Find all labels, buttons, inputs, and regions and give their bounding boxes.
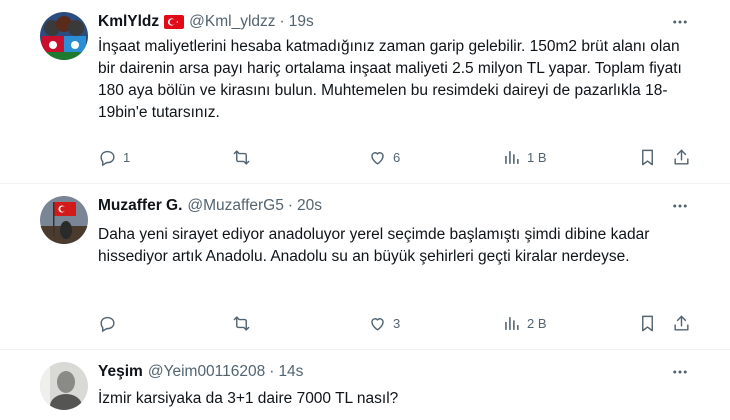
like-icon [371, 151, 384, 165]
separator-dot: · [287, 197, 294, 214]
separator-dot: · [279, 13, 285, 30]
bookmark-icon [642, 149, 653, 165]
share-button[interactable] [672, 314, 691, 333]
tweet-3[interactable]: Yeşim @Yeim00116208 · 14s İzmir karsiyak… [0, 350, 730, 420]
more-icon[interactable] [670, 196, 690, 216]
tweet-header: Muzaffer G. @MuzafferG5 · 20s [98, 196, 690, 216]
separator-dot: · [269, 363, 275, 380]
views-icon [505, 316, 519, 330]
views-button[interactable]: 2 B [502, 314, 547, 333]
avatar[interactable] [40, 362, 88, 410]
tweet-actions: 3 2 B [98, 312, 690, 334]
display-name[interactable]: Yeşim [98, 363, 143, 381]
share-icon [674, 315, 689, 331]
tweet-text: İnşaat maliyetlerini hesaba katmadığınız… [98, 38, 682, 121]
like-count: 3 [393, 315, 401, 331]
tweet-header: KmlYldz @Kml_yldzz · 19s [98, 12, 690, 32]
display-name[interactable]: KmlYldz [98, 13, 159, 31]
share-icon [674, 149, 689, 165]
timestamp[interactable]: 14s [278, 363, 303, 381]
more-icon[interactable] [670, 362, 690, 382]
reply-button[interactable]: 1 [98, 148, 130, 167]
timestamp[interactable]: 19s [289, 13, 314, 31]
share-button[interactable] [672, 148, 691, 167]
reply-icon [100, 150, 115, 166]
retweet-icon [233, 315, 250, 331]
views-count: 1 B [527, 149, 547, 165]
bookmark-icon [642, 315, 653, 331]
like-icon [371, 317, 384, 331]
bookmark-button[interactable] [638, 148, 657, 167]
turkey-flag-icon [164, 15, 185, 29]
tweet-2[interactable]: Muzaffer G. @MuzafferG5 · 20s Daha yeni … [0, 184, 730, 350]
like-button[interactable]: 6 [368, 148, 400, 167]
user-handle[interactable]: @Kml_yldzz [189, 13, 275, 31]
display-name[interactable]: Muzaffer G. [98, 197, 182, 215]
tweet-actions: 1 6 1 B [98, 146, 690, 168]
like-button[interactable]: 3 [368, 314, 400, 333]
retweet-button[interactable] [232, 148, 251, 167]
views-count: 2 B [527, 315, 547, 331]
reply-count: 1 [123, 149, 131, 165]
user-handle[interactable]: @Yeim00116208 [148, 363, 265, 381]
retweet-icon [233, 149, 250, 165]
tweet-header: Yeşim @Yeim00116208 · 14s [98, 362, 690, 382]
reply-button[interactable] [98, 314, 117, 333]
tweet-text: Daha yeni sirayet ediyor anadoluyor yere… [98, 226, 650, 265]
retweet-button[interactable] [232, 314, 251, 333]
views-button[interactable]: 1 B [502, 148, 547, 167]
user-handle[interactable]: @MuzafferG5 [187, 197, 283, 215]
tweet-1[interactable]: KmlYldz @Kml_yldzz · 19s İnşaat maliyetl… [0, 0, 730, 184]
avatar[interactable] [40, 12, 88, 60]
reply-icon [100, 316, 115, 332]
avatar[interactable] [40, 196, 88, 244]
views-icon [505, 150, 519, 164]
timestamp[interactable]: 20s [297, 197, 322, 215]
like-count: 6 [393, 149, 401, 165]
tweet-text: İzmir karsiyaka da 3+1 daire 7000 TL nas… [98, 390, 399, 407]
bookmark-button[interactable] [638, 314, 657, 333]
more-icon[interactable] [670, 12, 690, 32]
